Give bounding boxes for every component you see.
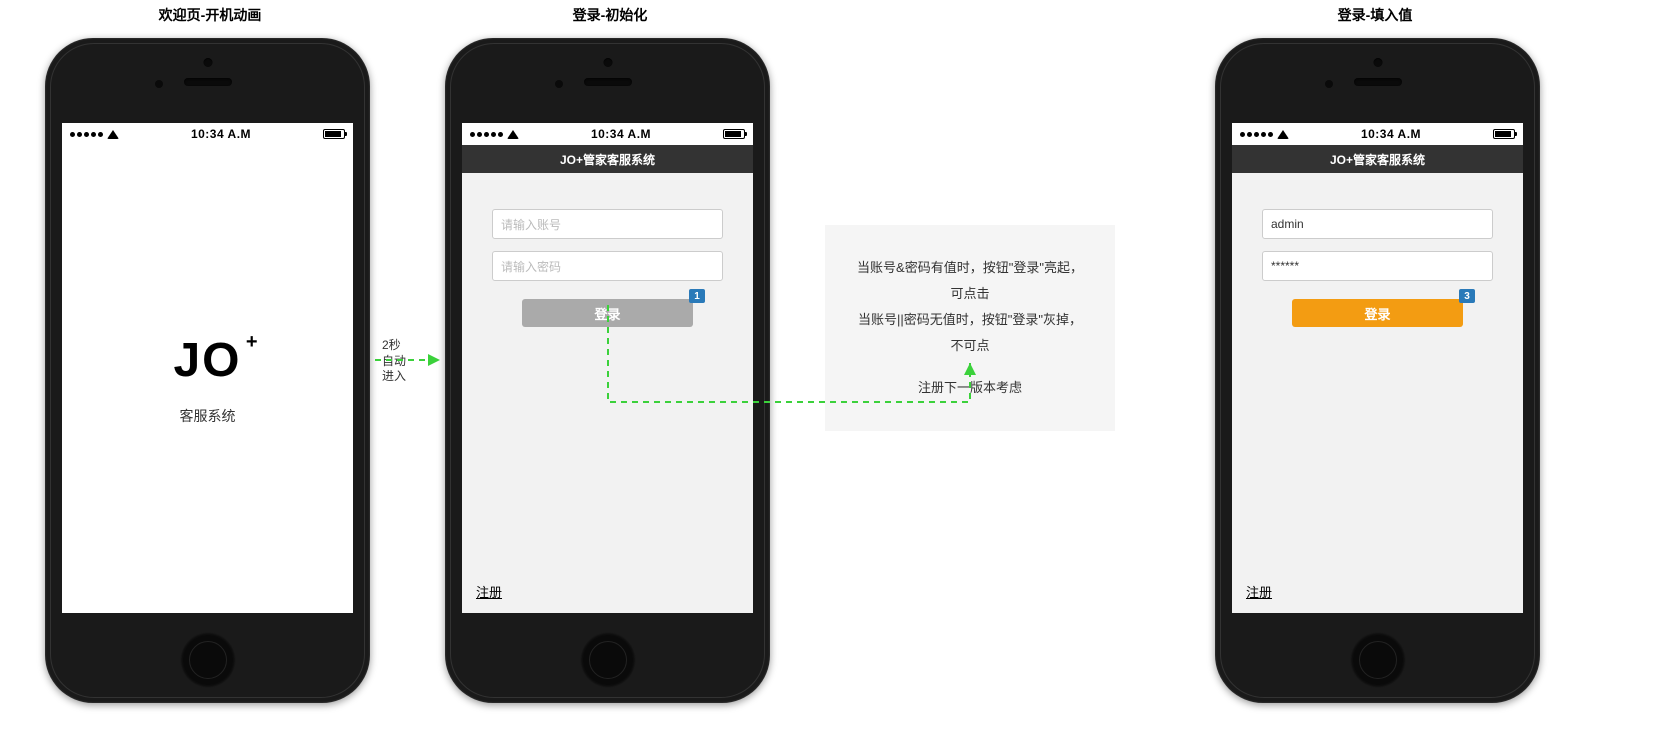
login-body: admin ****** 登录 3 注册 (1232, 173, 1523, 613)
home-button[interactable] (1350, 632, 1406, 688)
clock: 10:34 A.M (191, 127, 251, 141)
auto-enter-label: 2秒 自动 进入 (382, 338, 406, 385)
sensor-dot (555, 80, 563, 88)
home-button[interactable] (580, 632, 636, 688)
speaker-slot (584, 78, 632, 86)
account-input[interactable]: 请输入账号 (492, 209, 723, 239)
battery-icon (723, 129, 745, 139)
status-bar: 10:34 A.M (462, 123, 753, 145)
app-header: JO+管家客服系统 (1232, 145, 1523, 173)
sensor-dot (1325, 80, 1333, 88)
splash-content: JO+ 客服系统 (62, 145, 353, 613)
annotation-badge-3: 3 (1459, 289, 1475, 303)
speaker-slot (1354, 78, 1402, 86)
battery-icon (323, 129, 345, 139)
screen2-title: 登录-初始化 (535, 5, 685, 25)
signal-icon (1240, 132, 1273, 137)
home-button[interactable] (180, 632, 236, 688)
account-input[interactable]: admin (1262, 209, 1493, 239)
register-link[interactable]: 注册 (476, 582, 502, 601)
sensor-dot (155, 80, 163, 88)
login-button: 登录 1 (522, 299, 693, 327)
password-input[interactable]: ****** (1262, 251, 1493, 281)
screen-area: 10:34 A.M JO+ 客服系统 (62, 123, 353, 613)
battery-icon (1493, 129, 1515, 139)
note-line1: 当账号&密码有值时，按钮"登录"亮起，可点击 (853, 255, 1087, 307)
password-input[interactable]: 请输入密码 (492, 251, 723, 281)
clock: 10:34 A.M (591, 127, 651, 141)
camera-dot (203, 58, 212, 67)
note-line2: 当账号||密码无值时，按钮"登录"灰掉，不可点 (853, 307, 1087, 359)
login-body: 请输入账号 请输入密码 登录 1 注册 (462, 173, 753, 613)
login-button[interactable]: 登录 3 (1292, 299, 1463, 327)
camera-dot (1373, 58, 1382, 67)
signal-icon (470, 132, 503, 137)
wifi-icon (107, 130, 119, 139)
signal-icon (70, 132, 103, 137)
phone-login-filled: 10:34 A.M JO+管家客服系统 admin ****** 登录 3 注册 (1215, 38, 1540, 703)
note-line3: 注册下一版本考虑 (853, 375, 1087, 401)
camera-dot (603, 58, 612, 67)
phone-login-init: 10:34 A.M JO+管家客服系统 请输入账号 请输入密码 登录 1 注册 (445, 38, 770, 703)
speaker-slot (184, 78, 232, 86)
phone-welcome: 10:34 A.M JO+ 客服系统 (45, 38, 370, 703)
logo: JO+ (173, 333, 241, 388)
app-header: JO+管家客服系统 (462, 145, 753, 173)
screen-area: 10:34 A.M JO+管家客服系统 请输入账号 请输入密码 登录 1 注册 (462, 123, 753, 613)
wifi-icon (1277, 130, 1289, 139)
status-bar: 10:34 A.M (1232, 123, 1523, 145)
register-link[interactable]: 注册 (1246, 582, 1272, 601)
screen1-title: 欢迎页-开机动画 (135, 5, 285, 25)
clock: 10:34 A.M (1361, 127, 1421, 141)
screen-area: 10:34 A.M JO+管家客服系统 admin ****** 登录 3 注册 (1232, 123, 1523, 613)
annotation-badge-1: 1 (689, 289, 705, 303)
wifi-icon (507, 130, 519, 139)
screen3-title: 登录-填入值 (1300, 5, 1450, 25)
splash-subtitle: 客服系统 (180, 406, 236, 426)
annotation-note: 当账号&密码有值时，按钮"登录"亮起，可点击 当账号||密码无值时，按钮"登录"… (825, 225, 1115, 431)
status-bar: 10:34 A.M (62, 123, 353, 145)
